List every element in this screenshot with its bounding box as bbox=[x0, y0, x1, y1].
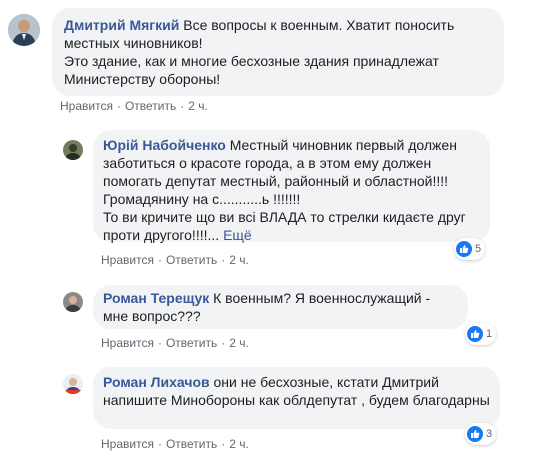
reaction-number: 1 bbox=[486, 328, 493, 340]
comment-author[interactable]: Роман Терещук bbox=[103, 290, 209, 306]
comment-actions: Нравится · Ответить · 2 ч. bbox=[101, 253, 249, 267]
separator: · bbox=[221, 253, 226, 267]
timestamp[interactable]: 2 ч. bbox=[188, 99, 208, 113]
separator: · bbox=[157, 253, 162, 267]
separator: · bbox=[116, 99, 121, 113]
separator: · bbox=[157, 336, 162, 350]
comment-actions: Нравится · Ответить · 2 ч. bbox=[101, 336, 249, 350]
comment-author[interactable]: Юрій Набойченко bbox=[103, 137, 226, 153]
like-link[interactable]: Нравится bbox=[60, 99, 113, 113]
user-photo-icon bbox=[63, 140, 83, 160]
like-link[interactable]: Нравится bbox=[101, 253, 154, 267]
user-photo-icon bbox=[63, 374, 83, 394]
separator: · bbox=[221, 336, 226, 350]
reaction-number: 3 bbox=[486, 428, 493, 440]
timestamp[interactable]: 2 ч. bbox=[229, 253, 249, 267]
timestamp[interactable]: 2 ч. bbox=[229, 437, 249, 451]
reply-link[interactable]: Ответить bbox=[166, 437, 217, 451]
comment-bubble: Роман Терещук К военным? Я военнослужащи… bbox=[93, 285, 468, 329]
avatar[interactable] bbox=[63, 140, 83, 160]
thumbs-up-icon bbox=[467, 326, 483, 342]
comment-actions: Нравится · Ответить · 2 ч. bbox=[101, 437, 249, 451]
avatar[interactable] bbox=[8, 14, 40, 46]
comment-bubble: Юрій Набойченко Местный чиновник первый … bbox=[93, 130, 490, 243]
reply-link[interactable]: Ответить bbox=[125, 99, 176, 113]
comment-bubble: Роман Лихачов они не бесхозные, кстати Д… bbox=[93, 367, 500, 429]
comment-bubble: Дмитрий Мягкий Все вопросы к военным. Хв… bbox=[52, 8, 504, 96]
reaction-count[interactable]: 1 bbox=[465, 323, 497, 345]
timestamp[interactable]: 2 ч. bbox=[229, 336, 249, 350]
reply-link[interactable]: Ответить bbox=[166, 336, 217, 350]
reply-link[interactable]: Ответить bbox=[166, 253, 217, 267]
reaction-count[interactable]: 3 bbox=[465, 423, 497, 445]
comment-author[interactable]: Дмитрий Мягкий bbox=[64, 17, 179, 33]
separator: · bbox=[157, 437, 162, 451]
comment-author[interactable]: Роман Лихачов bbox=[103, 374, 210, 390]
reaction-count[interactable]: 5 bbox=[454, 238, 486, 260]
user-photo-icon bbox=[63, 292, 83, 312]
thumbs-up-icon bbox=[456, 241, 472, 257]
reaction-number: 5 bbox=[475, 243, 482, 255]
comment-actions: Нравится · Ответить · 2 ч. bbox=[60, 99, 208, 113]
like-link[interactable]: Нравится bbox=[101, 437, 154, 451]
thumbs-up-icon bbox=[467, 426, 483, 442]
like-link[interactable]: Нравится bbox=[101, 336, 154, 350]
separator: · bbox=[221, 437, 226, 451]
avatar[interactable] bbox=[63, 374, 83, 394]
see-more-link[interactable]: Ещё bbox=[223, 227, 252, 243]
avatar[interactable] bbox=[63, 292, 83, 312]
user-photo-icon bbox=[8, 14, 40, 46]
separator: · bbox=[180, 99, 185, 113]
